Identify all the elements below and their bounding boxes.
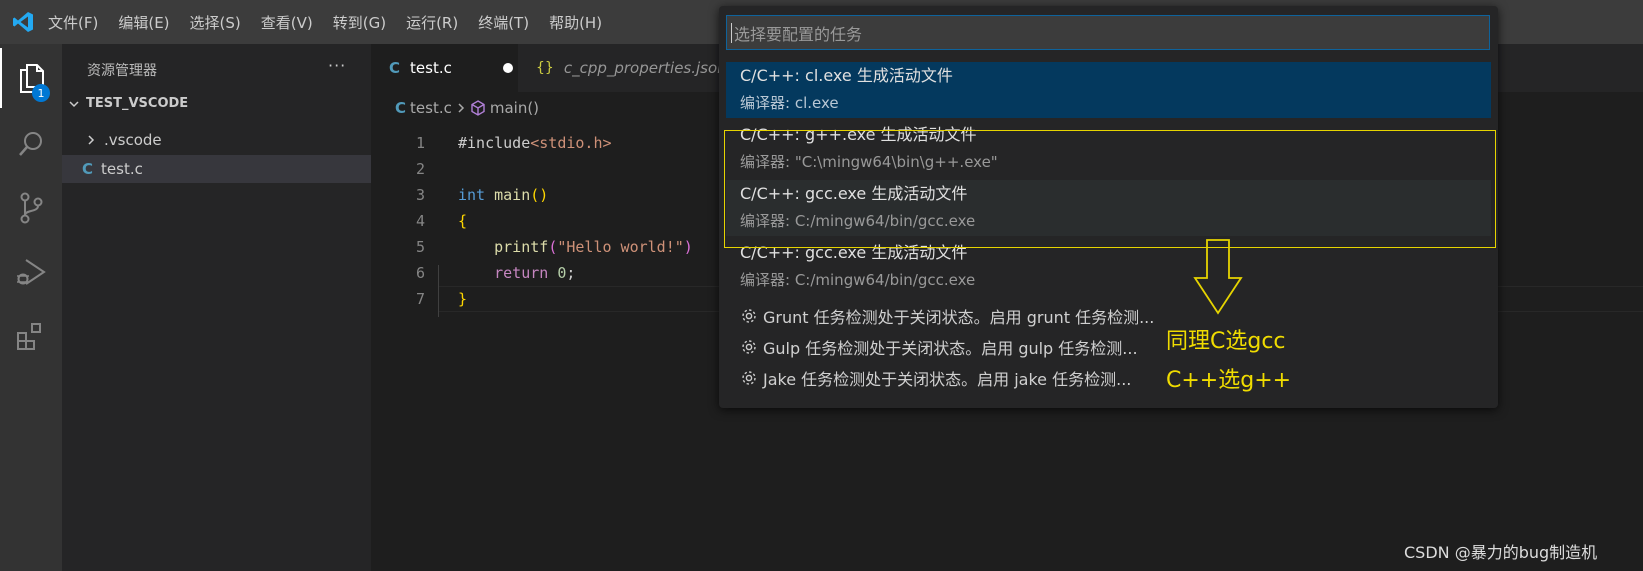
chevron-down-icon — [69, 100, 79, 107]
breadcrumb-file[interactable]: test.c — [410, 99, 452, 117]
quick-pick-placeholder: 选择要配置的任务 — [734, 24, 863, 44]
line-number: 1 — [415, 134, 425, 152]
line-number: 4 — [415, 212, 425, 230]
code-token: ; — [566, 264, 576, 282]
extensions-activity[interactable] — [0, 306, 62, 366]
gear-icon — [742, 339, 756, 354]
explorer-title: 资源管理器 — [87, 63, 157, 79]
tree-item-label: test.c — [101, 160, 143, 178]
run-debug-activity[interactable] — [0, 242, 62, 302]
workspace-section[interactable]: TEST_VSCODE — [68, 96, 188, 111]
gear-icon — [742, 308, 756, 323]
code-token: int — [458, 186, 486, 204]
menu-selection[interactable]: 选择(S) — [190, 12, 241, 33]
chevron-right-icon — [88, 135, 95, 145]
annotation-line1: 同理C选gcc — [1166, 329, 1286, 354]
task-title: Gulp 任务检测处于关闭状态。启用 gulp 任务检测... — [763, 338, 1138, 358]
menu-terminal[interactable]: 终端(T) — [478, 12, 529, 33]
tab-test-c[interactable]: C test.c — [371, 44, 518, 92]
task-item-jake[interactable]: Jake 任务检测处于关闭状态。启用 jake 任务检测... — [719, 362, 1498, 393]
task-title: C/C++: cl.exe 生成活动文件 — [740, 66, 953, 85]
task-item-cl[interactable]: C/C++: cl.exe 生成活动文件 编译器: cl.exe — [726, 62, 1491, 118]
c-file-icon: C — [389, 59, 401, 77]
c-file-icon: C — [395, 99, 407, 117]
menu-run[interactable]: 运行(R) — [406, 12, 458, 33]
code-text: int main() — [458, 186, 548, 204]
code-token: #include — [458, 134, 531, 152]
explorer-activity[interactable]: 1 — [0, 48, 62, 108]
text-caret — [731, 22, 732, 43]
code-text: #include<stdio.h> — [458, 134, 612, 152]
c-file-icon: C — [82, 160, 94, 178]
menu-view[interactable]: 查看(V) — [261, 12, 313, 33]
code-token: main — [494, 186, 531, 204]
tree-item-label: .vscode — [104, 131, 162, 149]
code-text: printf("Hello world!") — [458, 238, 693, 256]
line-number: 6 — [415, 264, 425, 282]
code-text: { — [458, 212, 467, 230]
menu-bar: 文件(F) 编辑(E) 选择(S) 查看(V) 转到(G) 运行(R) 终端(T… — [48, 0, 622, 44]
code-text: } — [458, 290, 467, 308]
extensions-icon — [17, 323, 41, 350]
task-title: Grunt 任务检测处于关闭状态。启用 grunt 任务检测... — [763, 307, 1155, 327]
task-item-grunt[interactable]: Grunt 任务检测处于关闭状态。启用 grunt 任务检测... — [719, 300, 1498, 331]
search-icon — [19, 132, 42, 156]
code-token: <stdio.h> — [530, 134, 612, 152]
vscode-logo-icon[interactable] — [11, 10, 35, 34]
code-token: ( — [548, 238, 558, 256]
code-text: return 0; — [458, 264, 575, 282]
line-number: 2 — [415, 160, 425, 178]
gear-icon — [742, 370, 756, 385]
chevron-right-icon — [458, 103, 464, 113]
workspace-name: TEST_VSCODE — [86, 96, 189, 111]
quick-pick-input[interactable]: 选择要配置的任务 — [726, 15, 1490, 50]
tree-folder-vscode[interactable]: .vscode — [62, 126, 371, 154]
breadcrumb: C test.c main() — [395, 97, 539, 119]
line-number: 5 — [415, 238, 425, 256]
symbol-method-icon — [471, 100, 485, 116]
code-token: printf — [494, 238, 549, 256]
breadcrumb-symbol[interactable]: main() — [490, 99, 539, 117]
changes-badge: 1 — [32, 84, 50, 102]
line-number: 3 — [415, 186, 425, 204]
explorer-sidebar: 资源管理器 ··· TEST_VSCODE .vscode C test.c — [62, 44, 371, 571]
json-file-icon: {} — [536, 60, 554, 76]
code-token: } — [458, 290, 468, 308]
arrow-down-icon — [1193, 239, 1243, 315]
task-detail: 编译器: cl.exe — [740, 94, 839, 112]
task-detail: 编译器: C:/mingw64/bin/gcc.exe — [740, 271, 976, 289]
code-token: return — [494, 264, 549, 282]
tab-c-cpp-properties[interactable]: {} c_cpp_properties.json — [518, 44, 727, 92]
tree-file-test-c[interactable]: C test.c — [62, 155, 371, 183]
source-control-activity[interactable] — [0, 178, 62, 238]
highlight-box — [724, 130, 1496, 248]
task-item-gulp[interactable]: Gulp 任务检测处于关闭状态。启用 gulp 任务检测... — [719, 331, 1498, 362]
source-control-icon — [20, 192, 43, 224]
menu-file[interactable]: 文件(F) — [48, 12, 98, 33]
menu-go[interactable]: 转到(G) — [333, 12, 386, 33]
tab-label: test.c — [410, 59, 452, 77]
search-activity[interactable] — [0, 114, 62, 174]
run-debug-icon — [17, 259, 46, 285]
more-actions-button[interactable]: ··· — [328, 56, 346, 75]
line-number: 7 — [415, 290, 425, 308]
menu-help[interactable]: 帮助(H) — [549, 12, 602, 33]
tab-label: c_cpp_properties.json — [563, 59, 727, 77]
activity-bar: 1 — [0, 44, 62, 571]
watermark: CSDN @暴力的bug制造机 — [1404, 543, 1598, 562]
unsaved-dot-icon[interactable] — [503, 63, 513, 73]
indent-guide — [438, 265, 439, 317]
annotation-line2: C++选g++ — [1166, 368, 1292, 393]
code-token: () — [530, 186, 549, 204]
menu-edit[interactable]: 编辑(E) — [118, 12, 169, 33]
code-token: ) — [683, 238, 693, 256]
code-token: { — [458, 212, 468, 230]
task-title: Jake 任务检测处于关闭状态。启用 jake 任务检测... — [763, 369, 1132, 389]
code-token: "Hello world!" — [557, 238, 684, 256]
